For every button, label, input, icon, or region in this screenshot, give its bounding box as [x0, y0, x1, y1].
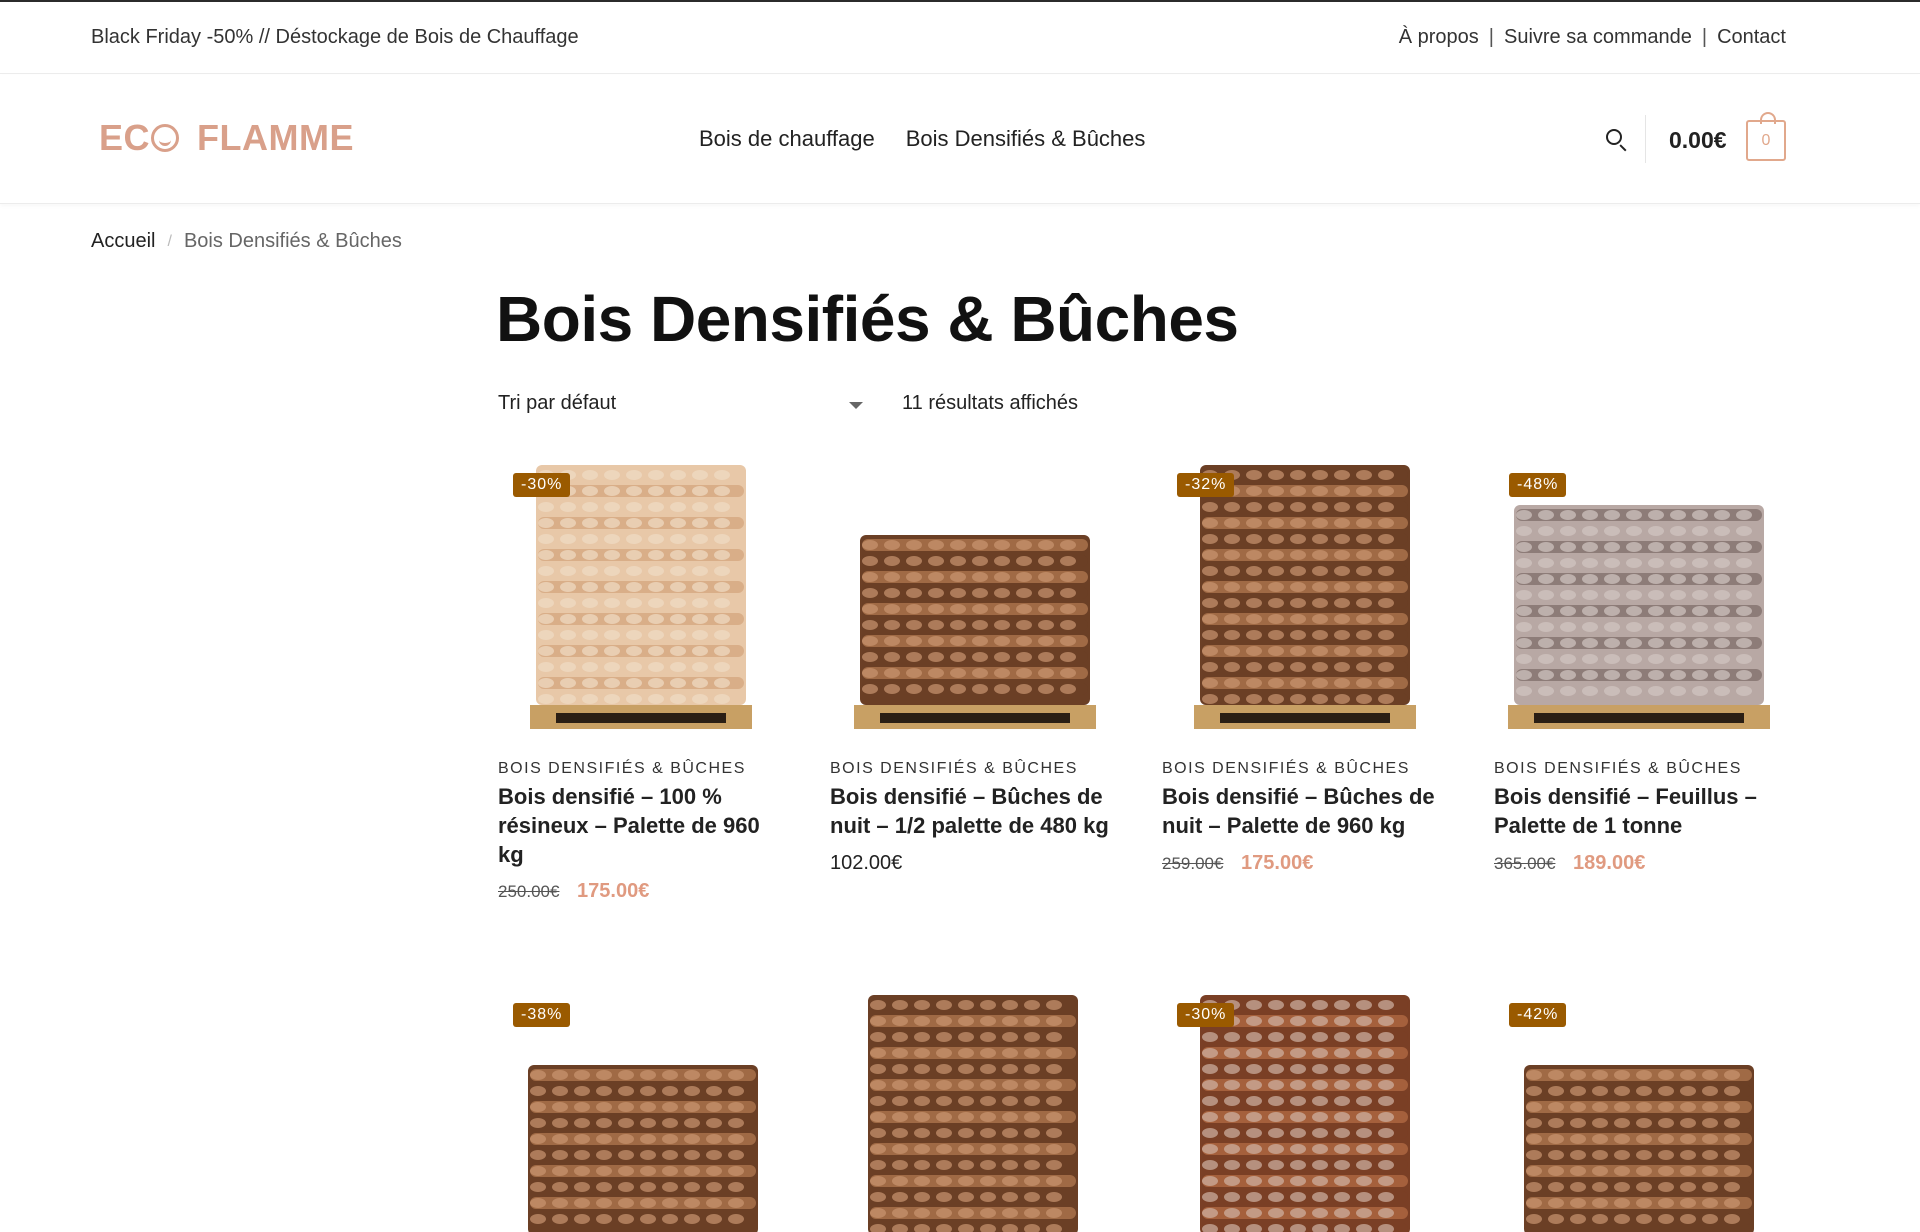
discount-badge: -30% [513, 473, 571, 497]
product-price: 365.00€ 189.00€ [1494, 852, 1645, 875]
cart-total[interactable]: 0.00€ [1669, 127, 1727, 154]
sort-select[interactable]: Tri par défaut [498, 392, 868, 415]
flame-logo-icon [151, 124, 180, 152]
track-order-link[interactable]: Suivre sa commande [1504, 26, 1692, 49]
product-card[interactable]: -30% [1162, 985, 1452, 1232]
regular-price: 102.00€ [830, 852, 903, 874]
link-separator: | [1701, 26, 1708, 48]
logo-text-left: EC [99, 117, 151, 158]
about-link[interactable]: À propos [1399, 26, 1479, 49]
page-title: Bois Densifiés & Bûches [496, 283, 1239, 355]
pallet-illustration [530, 465, 752, 729]
product-price: 259.00€ 175.00€ [1162, 852, 1313, 875]
promo-text: Black Friday -50% // Déstockage de Bois … [91, 26, 579, 48]
top-links: À propos | Suivre sa commande | Contact [1399, 26, 1786, 49]
product-category[interactable]: BOIS DENSIFIÉS & BÛCHES [498, 760, 746, 778]
nav-bois-de-chauffage[interactable]: Bois de chauffage [699, 126, 875, 152]
product-name[interactable]: Bois densifié – Bûches de nuit – 1/2 pal… [830, 782, 1120, 840]
sale-price: 189.00€ [1573, 852, 1646, 874]
discount-badge: -38% [513, 1003, 571, 1027]
link-separator: | [1488, 26, 1494, 48]
sale-price: 175.00€ [1241, 852, 1314, 874]
top-bar: Black Friday -50% // Déstockage de Bois … [0, 2, 1920, 74]
site-logo[interactable]: EC FLAMME [99, 117, 354, 159]
old-price: 365.00€ [1494, 854, 1556, 873]
pallet-illustration [1508, 505, 1770, 729]
product-image[interactable] [1162, 455, 1452, 745]
product-name[interactable]: Bois densifié – 100 % résineux – Palette… [498, 782, 788, 869]
product-card[interactable]: -38% [498, 985, 788, 1232]
product-card[interactable]: -42% [1494, 985, 1784, 1232]
old-price: 259.00€ [1162, 854, 1224, 873]
product-image[interactable] [830, 985, 1120, 1232]
nav-bois-densifies[interactable]: Bois Densifiés & Bûches [906, 126, 1146, 152]
discount-badge: -48% [1509, 473, 1567, 497]
product-category[interactable]: BOIS DENSIFIÉS & BÛCHES [1162, 760, 1410, 778]
cart-bag-icon[interactable]: 0 [1746, 112, 1786, 161]
discount-badge: -32% [1177, 473, 1235, 497]
breadcrumb-current: Bois Densifiés & Bûches [183, 230, 402, 252]
breadcrumb: Accueil / Bois Densifiés & Bûches [91, 230, 402, 253]
breadcrumb-separator: / [167, 232, 172, 250]
logo-text-right: FLAMME [197, 117, 354, 158]
breadcrumb-home[interactable]: Accueil [91, 230, 155, 253]
product-card[interactable]: -30% BOIS DENSIFIÉS & BÛCHES Bois densif… [498, 455, 788, 902]
sort-label: Tri par défaut [498, 392, 617, 414]
discount-badge: -30% [1177, 1003, 1235, 1027]
product-card[interactable]: BOIS DENSIFIÉS & BÛCHES Bois densifié – … [830, 455, 1120, 874]
search-icon[interactable] [1606, 129, 1627, 152]
product-image[interactable] [1494, 455, 1784, 745]
contact-link[interactable]: Contact [1717, 26, 1786, 49]
main-nav: Bois de chauffage Bois Densifiés & Bûche… [699, 126, 1145, 152]
product-category[interactable]: BOIS DENSIFIÉS & BÛCHES [1494, 760, 1742, 778]
product-name[interactable]: Bois densifié – Feuillus – Palette de 1 … [1494, 782, 1784, 840]
site-header: EC FLAMME Bois de chauffage Bois Densifi… [0, 75, 1920, 204]
header-divider [1645, 115, 1646, 163]
product-name[interactable]: Bois densifié – Bûches de nuit – Palette… [1162, 782, 1452, 840]
discount-badge: -42% [1509, 1003, 1567, 1027]
product-card[interactable] [830, 985, 1120, 1232]
results-count: 11 résultats affichés [902, 392, 1079, 414]
product-image[interactable] [830, 455, 1120, 745]
product-card[interactable]: -48% BOIS DENSIFIÉS & BÛCHES Bois densif… [1494, 455, 1784, 874]
pallet-illustration [1194, 465, 1416, 729]
pallet-illustration [854, 535, 1096, 729]
sale-price: 175.00€ [577, 880, 650, 902]
product-price: 250.00€ 175.00€ [498, 880, 649, 903]
pallet-illustration [868, 995, 1078, 1232]
chevron-down-icon [849, 402, 863, 409]
old-price: 250.00€ [498, 882, 560, 901]
product-card[interactable]: -32% BOIS DENSIFIÉS & BÛCHES Bois densif… [1162, 455, 1452, 874]
product-category[interactable]: BOIS DENSIFIÉS & BÛCHES [830, 760, 1078, 778]
product-price: 102.00€ [830, 852, 902, 875]
product-image[interactable] [498, 455, 788, 745]
